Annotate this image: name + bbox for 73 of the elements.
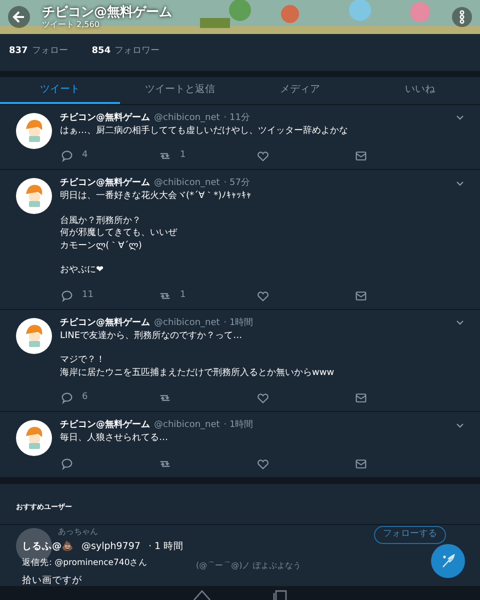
tweet-text: カモーンლ(｀∀´ლ)	[60, 240, 142, 252]
avatar	[16, 112, 52, 148]
tweet-time: · 11分	[224, 112, 250, 124]
stat-label: フォロー	[32, 45, 68, 58]
heart-icon[interactable]	[256, 456, 270, 470]
author-name: チビコン@無料ゲーム	[60, 316, 150, 330]
author-handle: @chibicon_net	[154, 419, 220, 432]
profile-tab[interactable]: ツイートと返信	[120, 76, 240, 104]
reply-to-text: 返信先: @prominence740さん	[22, 557, 148, 570]
action-count: 11	[82, 288, 94, 302]
action-count: 1	[180, 288, 186, 302]
author-name: チビコン@無料ゲーム	[60, 112, 150, 124]
tweet-time: · 57分	[224, 177, 250, 190]
overlay-author: しるふ@💩	[22, 540, 74, 554]
chevron-down-icon[interactable]	[456, 422, 464, 428]
tweet-text: 毎日、人狼させられてる…	[60, 432, 168, 444]
heart-icon[interactable]	[256, 288, 270, 302]
more-icon	[459, 10, 465, 24]
envelope-icon[interactable]	[354, 288, 368, 302]
author-name: チビコン@無料ゲーム	[60, 177, 150, 190]
overlay-time: · 1 時間	[148, 540, 184, 554]
envelope-icon[interactable]	[354, 149, 368, 163]
author-name: チビコン@無料ゲーム	[60, 419, 150, 432]
compose-button[interactable]	[431, 544, 465, 578]
avatar	[16, 420, 52, 456]
stat-label: フォロワー	[114, 45, 160, 58]
home-icon[interactable]	[192, 588, 212, 600]
avatar	[16, 178, 52, 214]
heart-icon[interactable]	[256, 149, 270, 163]
user-name: あっちゃん	[58, 526, 98, 538]
tweet-text: はぁ…、厨二病の相手してても虚しいだけやし、ツイッター辞めよかな	[60, 124, 348, 137]
author-handle: @chibicon_net	[154, 177, 220, 190]
reply-icon[interactable]	[60, 391, 74, 405]
back-button[interactable]	[8, 6, 30, 28]
feather-icon	[440, 553, 456, 569]
action-count: 1	[180, 149, 186, 162]
tweet-time: · 1時間	[224, 316, 254, 330]
author-handle: @chibicon_net	[154, 316, 220, 330]
chevron-down-icon[interactable]	[456, 180, 464, 186]
action-count: 6	[82, 391, 88, 404]
tweet-text: おやぶに❤	[60, 264, 104, 276]
profile-tab[interactable]: メディア	[240, 76, 360, 104]
action-count: 4	[82, 149, 88, 162]
profile-title: チビコン@無料ゲーム	[42, 6, 172, 18]
overlay-text: 拾い画ですが	[22, 574, 82, 588]
tweet-time: · 1時間	[224, 419, 254, 432]
profile-tab[interactable]: いいね	[360, 76, 480, 104]
tweet-text: 何が邪魔してきても、いいぜ	[60, 227, 177, 240]
reply-icon[interactable]	[60, 288, 74, 302]
follow-button[interactable]: フォローする	[374, 526, 446, 544]
tweet-text: 明日は、一番好きな花火大会ヾ(*´∀｀*)ﾉｷｬｯｷｬ	[60, 190, 252, 202]
avatar	[16, 318, 52, 354]
envelope-icon[interactable]	[354, 391, 368, 405]
envelope-icon[interactable]	[354, 456, 368, 470]
profile-tab[interactable]: ツイート	[0, 76, 120, 104]
stat-count: 837	[9, 45, 28, 58]
tweet-text: 台風か？刑務所か？	[60, 214, 141, 227]
pages-icon[interactable]	[272, 588, 288, 600]
tweet-text: マジで？！	[60, 354, 105, 366]
reply-icon[interactable]	[60, 149, 74, 163]
more-button[interactable]	[452, 7, 472, 27]
tweet-text: LINEで友達から、刑務所なのですか？って…	[60, 330, 242, 342]
back-arrow-icon	[12, 10, 26, 24]
author-handle: @chibicon_net	[154, 112, 220, 124]
chevron-down-icon[interactable]	[456, 115, 464, 121]
tweet-count: ツイート 2,560	[42, 20, 100, 28]
chevron-down-icon[interactable]	[456, 320, 464, 326]
heart-icon[interactable]	[256, 391, 270, 405]
reply-icon[interactable]	[60, 456, 74, 470]
overlay-handle: @sylph9797	[82, 540, 140, 554]
user-bio: (@⌒ー⌒@)ノ ぽよぷよなう	[196, 560, 301, 572]
stat-count: 854	[92, 45, 111, 58]
tweet-text: 海岸に居たウニを五匹捕まえただけで刑務所入るとか無いからwww	[60, 366, 334, 379]
